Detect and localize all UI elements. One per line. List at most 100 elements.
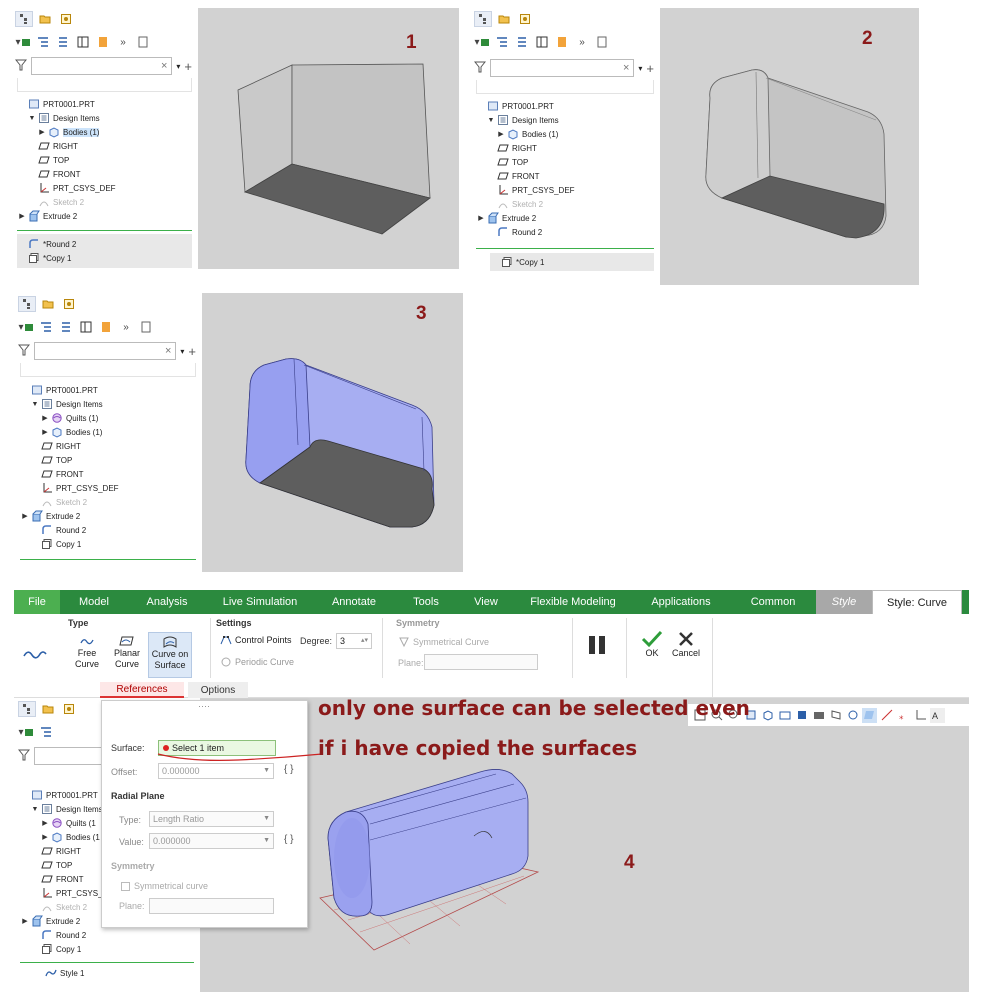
funnel-icon[interactable] [17,749,31,763]
tree-columns-icon[interactable] [38,724,54,740]
tree-item[interactable]: ▼ Design Items [476,113,575,127]
notes-icon[interactable] [138,319,154,335]
model-tree-tab-icon[interactable] [18,701,36,717]
funnel-icon[interactable] [473,61,487,75]
tree-item[interactable]: ▼ Design Items [17,111,116,125]
clear-x-icon[interactable]: × [165,345,171,357]
tree-item[interactable]: FRONT [17,167,116,181]
tree-item[interactable]: ▶ Extrude 2 [20,914,114,928]
settings-icon[interactable] [95,34,111,50]
periodic-curve-option[interactable]: Periodic Curve [220,656,294,668]
curve-on-surface-button[interactable]: Curve on Surface [148,632,192,678]
tree-item[interactable]: ▶ Extrude 2 [476,211,575,225]
free-curve-button[interactable]: Free Curve [72,634,102,670]
tree-item[interactable]: RIGHT [20,439,119,453]
tree-item[interactable]: Sketch 2 [20,900,114,914]
tab-tools[interactable]: Tools [394,590,458,614]
control-points-option[interactable]: Control Points [220,634,292,646]
tab-common[interactable]: Common [730,590,816,614]
expand-arrow-right-icon[interactable]: ▶ [40,414,50,422]
tree-item[interactable]: ▼ Design Items [20,802,114,816]
axis-display-icon[interactable] [879,708,894,723]
tree-item[interactable]: TOP [476,155,575,169]
expand-arrow-right-icon[interactable]: ▶ [40,428,50,436]
tree-item[interactable]: TOP [20,858,114,872]
expand-arrow-down-icon[interactable]: ▼ [30,401,40,408]
folder-tab-icon[interactable] [39,296,57,312]
tree-item[interactable]: Style 1 [34,966,84,980]
table-icon[interactable] [534,34,550,50]
chevron-down-icon[interactable]: ▼ [263,812,270,826]
tree-item[interactable]: ▼ Design Items [20,397,119,411]
csys-display-icon[interactable] [913,708,928,723]
tree-item[interactable]: TOP [17,153,116,167]
model-tree-tab-icon[interactable] [15,11,33,27]
point-display-icon[interactable]: ⁎ [896,708,911,723]
favorites-tab-icon[interactable] [60,701,78,717]
tree-item[interactable]: PRT_CSYS_DE [20,886,114,900]
tree-item[interactable]: * Copy 1 [490,255,544,269]
tree-item[interactable]: Copy 1 [20,942,114,956]
tree-columns-icon[interactable] [494,34,510,50]
tree-item[interactable]: Sketch 2 [20,495,119,509]
expand-arrow-down-icon[interactable]: ▼ [27,115,37,122]
tree-item[interactable]: PRT0001.PRT [17,97,116,111]
radial-value-field[interactable]: 0.000000 ▼ [149,833,274,849]
drag-handle-icon[interactable]: ···· [198,701,210,711]
expand-arrow-right-icon[interactable]: ▶ [37,128,47,136]
folder-tab-icon[interactable] [39,701,57,717]
radial-type-field[interactable]: Length Ratio ▼ [149,811,274,827]
symmetrical-curve-option[interactable]: Symmetrical Curve [398,636,489,648]
clear-x-icon[interactable]: × [623,62,629,74]
expand-arrow-right-icon[interactable]: ▶ [17,212,27,220]
expand-arrow-right-icon[interactable]: ▶ [476,214,486,222]
more-chevron-icon[interactable]: » [118,319,134,335]
table-icon[interactable] [78,319,94,335]
display-dropdown-icon[interactable]: ▾ [474,34,490,50]
more-chevron-icon[interactable]: » [574,34,590,50]
graphics-viewport[interactable]: 1 [198,8,459,269]
tree-item[interactable]: ▶ Bodies (1) [17,125,116,139]
tree-item[interactable]: FRONT [20,872,114,886]
tree-item[interactable]: Copy 1 [20,537,119,551]
tab-flexible-modeling[interactable]: Flexible Modeling [514,590,632,614]
tree-item[interactable]: PRT_CSYS_DEF [476,183,575,197]
notes-icon[interactable] [135,34,151,50]
tree-item[interactable]: Sketch 2 [476,197,575,211]
tab-applications[interactable]: Applications [632,590,730,614]
tree-item[interactable]: PRT_CSYS_DEF [17,181,116,195]
pause-button[interactable] [589,636,605,654]
tree-item[interactable]: TOP [20,453,119,467]
expand-arrow-right-icon[interactable]: ▶ [40,819,50,827]
degree-spinner[interactable]: 3 ▴▾ [336,633,372,649]
tree-item[interactable]: RIGHT [20,844,114,858]
display-dropdown-icon[interactable]: ▾ [18,319,34,335]
tree-filter-icon[interactable] [55,34,71,50]
display-style-icon[interactable] [794,708,809,723]
tab-live-simulation[interactable]: Live Simulation [206,590,314,614]
tree-filter-icon[interactable] [58,319,74,335]
chevron-down-icon[interactable]: ▼ [263,834,270,848]
tree-item[interactable]: ▶ Bodies (1 [20,830,114,844]
tree-search-input[interactable]: × [31,57,173,75]
tree-item[interactable]: FRONT [476,169,575,183]
tree-item[interactable]: RIGHT [476,141,575,155]
filter-dropdown-icon[interactable]: ▾ [180,347,184,356]
filter-dropdown-icon[interactable]: ▾ [176,62,180,71]
model-tree-tab-icon[interactable] [18,296,36,312]
table-icon[interactable] [75,34,91,50]
model-tree-tab-icon[interactable] [474,11,492,27]
funnel-icon[interactable] [14,59,28,73]
tree-item[interactable]: * Copy 1 [17,251,76,265]
tab-analysis[interactable]: Analysis [128,590,206,614]
expand-arrow-right-icon[interactable]: ▶ [40,833,50,841]
tree-item[interactable]: ▶ Extrude 2 [17,209,116,223]
folder-tab-icon[interactable] [495,11,513,27]
tree-item[interactable]: ▶ Extrude 2 [20,509,119,523]
tree-search-input[interactable]: × [490,59,635,77]
favorites-tab-icon[interactable] [57,11,75,27]
funnel-icon[interactable] [17,344,31,358]
add-icon[interactable]: + [188,344,196,359]
tree-filter-icon[interactable] [514,34,530,50]
tab-style[interactable]: Style [816,590,872,614]
